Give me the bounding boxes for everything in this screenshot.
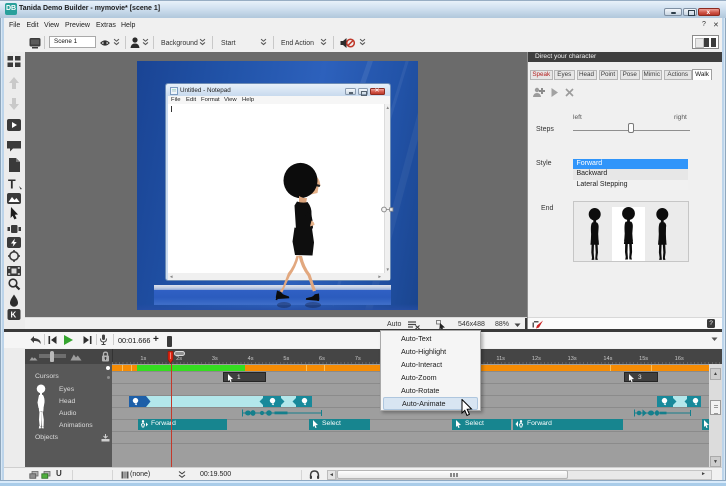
svg-text:T: T <box>8 178 16 192</box>
svg-text:K: K <box>11 311 17 320</box>
